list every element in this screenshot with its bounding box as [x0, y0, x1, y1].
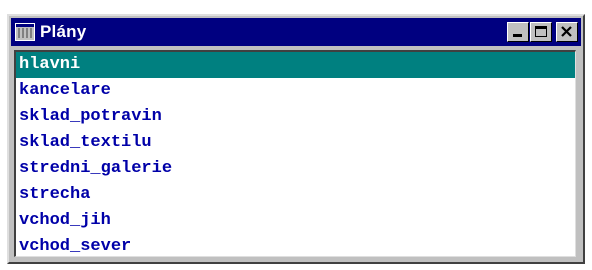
list-item[interactable]: hlavni	[16, 52, 575, 78]
window-app-icon[interactable]	[15, 23, 35, 41]
list-item[interactable]: sklad_textilu	[16, 130, 575, 156]
window-controls	[507, 22, 578, 42]
app-icon-grid	[18, 28, 32, 38]
title-bar[interactable]: Plány	[11, 18, 581, 46]
close-icon	[557, 23, 577, 41]
plans-listbox[interactable]: hlavni kancelare sklad_potravin sklad_te…	[14, 50, 576, 257]
maximize-button[interactable]	[530, 22, 552, 42]
list-item[interactable]: vchod_jih	[16, 208, 575, 234]
maximize-icon	[535, 26, 547, 37]
close-button[interactable]	[556, 22, 578, 42]
plany-window: Plány hlavni kancelare sklad_potravin sk…	[7, 14, 585, 264]
app-icon-bar	[16, 24, 34, 27]
list-item[interactable]: sklad_potravin	[16, 104, 575, 130]
minimize-button[interactable]	[507, 22, 529, 42]
minimize-icon	[513, 34, 522, 37]
list-item[interactable]: strecha	[16, 182, 575, 208]
list-item[interactable]: vchod_sever	[16, 234, 575, 256]
list-item[interactable]: stredni_galerie	[16, 156, 575, 182]
list-item[interactable]: kancelare	[16, 78, 575, 104]
window-title: Plány	[40, 22, 87, 41]
